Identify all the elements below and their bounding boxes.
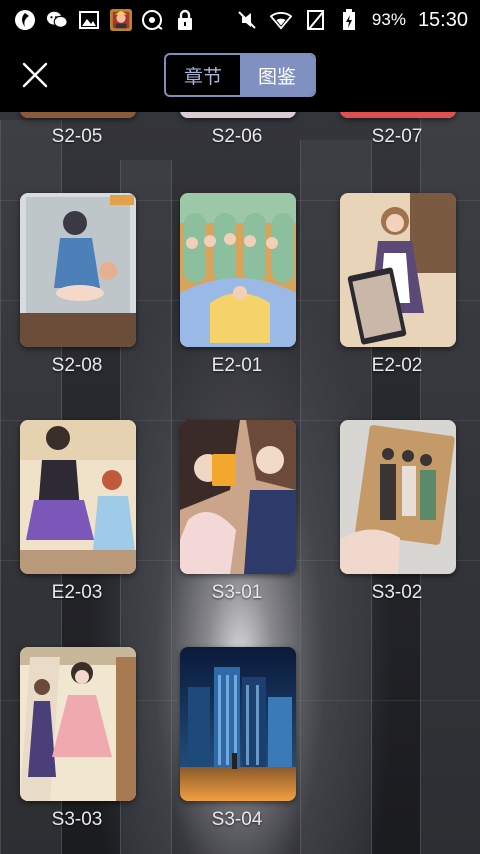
tab-gallery[interactable]: 图鉴 — [240, 55, 314, 95]
gallery-item-s2-08[interactable] — [20, 193, 136, 347]
gallery-label: S2-05 — [51, 126, 103, 147]
gallery-item-e2-03[interactable] — [20, 420, 136, 574]
battery-percentage: 93% — [371, 10, 406, 29]
gallery-label: S2-07 — [371, 126, 423, 147]
gallery-label: E2-02 — [371, 355, 423, 376]
gallery-item-e2-02[interactable] — [340, 193, 456, 347]
disc-icon — [142, 9, 164, 31]
no-sim-icon — [304, 9, 326, 31]
gallery-label: S3-03 — [51, 809, 103, 830]
mute-icon — [236, 9, 258, 31]
battery-icon — [338, 9, 360, 31]
gallery-label: S2-08 — [51, 355, 103, 376]
lock-icon — [174, 9, 196, 31]
gallery-item-s3-01[interactable] — [180, 420, 296, 574]
gallery-item-s3-02[interactable] — [340, 420, 456, 574]
gallery-item-s2-07[interactable] — [340, 112, 456, 118]
status-bar: 93% 15:30 — [0, 0, 480, 40]
gallery-item-s2-06[interactable] — [180, 112, 296, 118]
top-nav-bar: 章节 图鉴 — [0, 40, 480, 112]
gallery-item-e2-01[interactable] — [180, 193, 296, 347]
gallery-item-s2-05[interactable] — [20, 112, 136, 118]
clock: 15:30 — [417, 8, 468, 31]
game-avatar-icon — [110, 9, 132, 31]
close-icon — [22, 62, 48, 88]
tab-chapters[interactable]: 章节 — [166, 55, 240, 95]
gallery-label: S3-01 — [211, 582, 263, 603]
gallery-item-s3-03[interactable] — [20, 647, 136, 801]
gallery-item-s3-04[interactable] — [180, 647, 296, 801]
gallery-label: E2-03 — [51, 582, 103, 603]
app-icon — [14, 9, 36, 31]
wifi-icon — [269, 9, 292, 31]
close-button[interactable] — [18, 58, 52, 92]
gallery-label: S3-04 — [211, 809, 263, 830]
gallery-label: S3-02 — [371, 582, 423, 603]
gallery-label: E2-01 — [211, 355, 263, 376]
gallery-icon — [78, 9, 100, 31]
view-toggle: 章节 图鉴 — [164, 53, 316, 97]
wechat-icon — [46, 9, 68, 31]
gallery-grid: S2-05 S2-06 S2-07 S2-08 E2-01 E2-02 E2-0… — [0, 112, 480, 854]
gallery-label: S2-06 — [211, 126, 263, 147]
